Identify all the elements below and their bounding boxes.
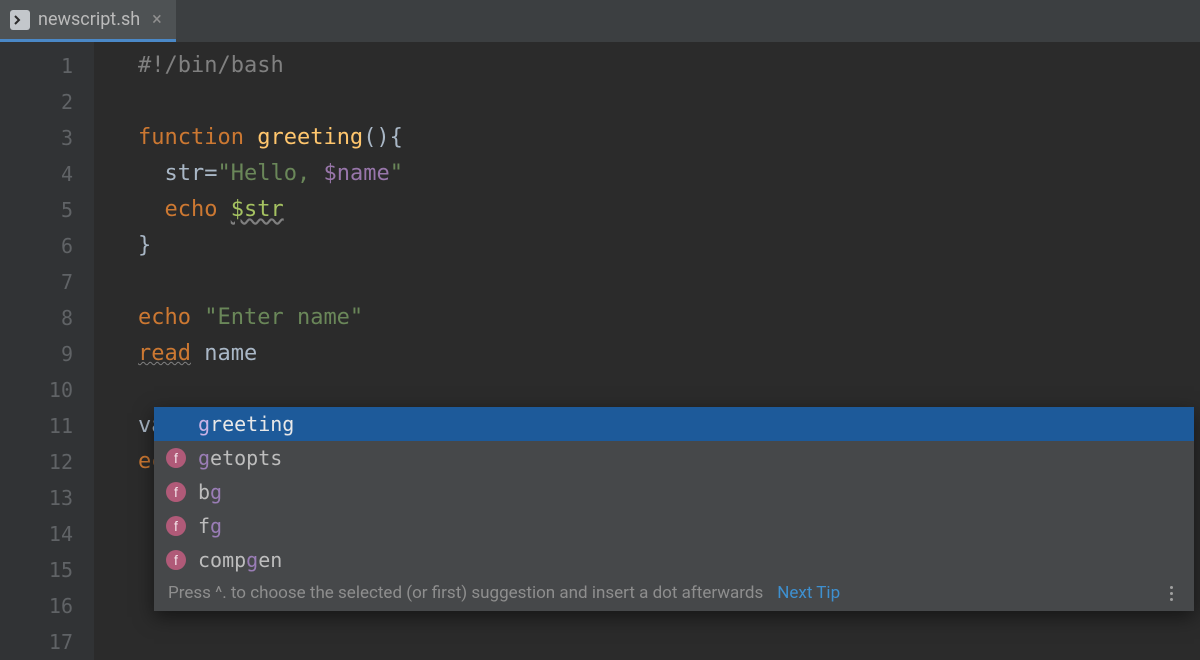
more-options-icon[interactable] <box>1162 586 1180 601</box>
autocomplete-item[interactable]: f bg <box>154 475 1194 509</box>
shebang: #!/bin/bash <box>138 53 284 78</box>
file-tab[interactable]: newscript.sh × <box>0 0 176 42</box>
line-number: 3 <box>0 120 73 156</box>
autocomplete-item[interactable]: f fg <box>154 509 1194 543</box>
autocomplete-label: compgen <box>198 548 282 572</box>
line-number: 10 <box>0 372 73 408</box>
file-tab-label: newscript.sh <box>38 9 140 30</box>
next-tip-link[interactable]: Next Tip <box>777 583 840 603</box>
autocomplete-label: getopts <box>198 446 282 470</box>
kind-icon: f <box>166 482 186 502</box>
footer-hint: Press ^. to choose the selected (or firs… <box>168 583 763 603</box>
terminal-file-icon <box>10 10 30 30</box>
line-number: 12 <box>0 444 73 480</box>
autocomplete-item[interactable]: greeting <box>154 407 1194 441</box>
line-number: 5 <box>0 192 73 228</box>
punct: (){ <box>363 125 403 150</box>
string: "Enter name" <box>204 305 363 330</box>
keyword-echo: echo <box>138 305 191 330</box>
line-number-gutter: 1 2 3 4 5 6 7 8 9 10 11 12 13 14 15 16 1… <box>0 42 94 660</box>
kind-icon: f <box>166 550 186 570</box>
kind-icon: f <box>166 516 186 536</box>
kind-icon: f <box>166 448 186 468</box>
var-ref: $str <box>231 197 284 222</box>
tabs-bar: newscript.sh × <box>0 0 1200 42</box>
autocomplete-item[interactable]: f getopts <box>154 441 1194 475</box>
keyword-read: read <box>138 341 191 366</box>
var-lhs: str <box>165 161 205 186</box>
autocomplete-item[interactable]: f compgen <box>154 543 1194 577</box>
autocomplete-footer: Press ^. to choose the selected (or firs… <box>154 577 1194 611</box>
string: " <box>390 161 403 186</box>
brace: } <box>138 233 151 258</box>
autocomplete-label: greeting <box>198 412 294 436</box>
autocomplete-popup: greeting f getopts f bg f fg f compgen P… <box>154 407 1194 611</box>
string-var: $name <box>323 161 389 186</box>
line-number: 9 <box>0 336 73 372</box>
function-name: greeting <box>257 125 363 150</box>
line-number: 16 <box>0 588 73 624</box>
line-number: 4 <box>0 156 73 192</box>
line-number: 13 <box>0 480 73 516</box>
eq: = <box>204 161 217 186</box>
string: "Hello, <box>218 161 324 186</box>
kind-icon <box>166 414 186 434</box>
arg: name <box>204 341 257 366</box>
line-number: 7 <box>0 264 73 300</box>
keyword-echo: echo <box>165 197 218 222</box>
line-number: 15 <box>0 552 73 588</box>
line-number: 17 <box>0 624 73 660</box>
line-number: 2 <box>0 84 73 120</box>
autocomplete-label: bg <box>198 480 222 504</box>
keyword-function: function <box>138 125 244 150</box>
line-number: 1 <box>0 48 73 84</box>
line-number: 6 <box>0 228 73 264</box>
line-number: 14 <box>0 516 73 552</box>
autocomplete-label: fg <box>198 514 222 538</box>
line-number: 11 <box>0 408 73 444</box>
line-number: 8 <box>0 300 73 336</box>
close-icon[interactable]: × <box>152 9 162 30</box>
